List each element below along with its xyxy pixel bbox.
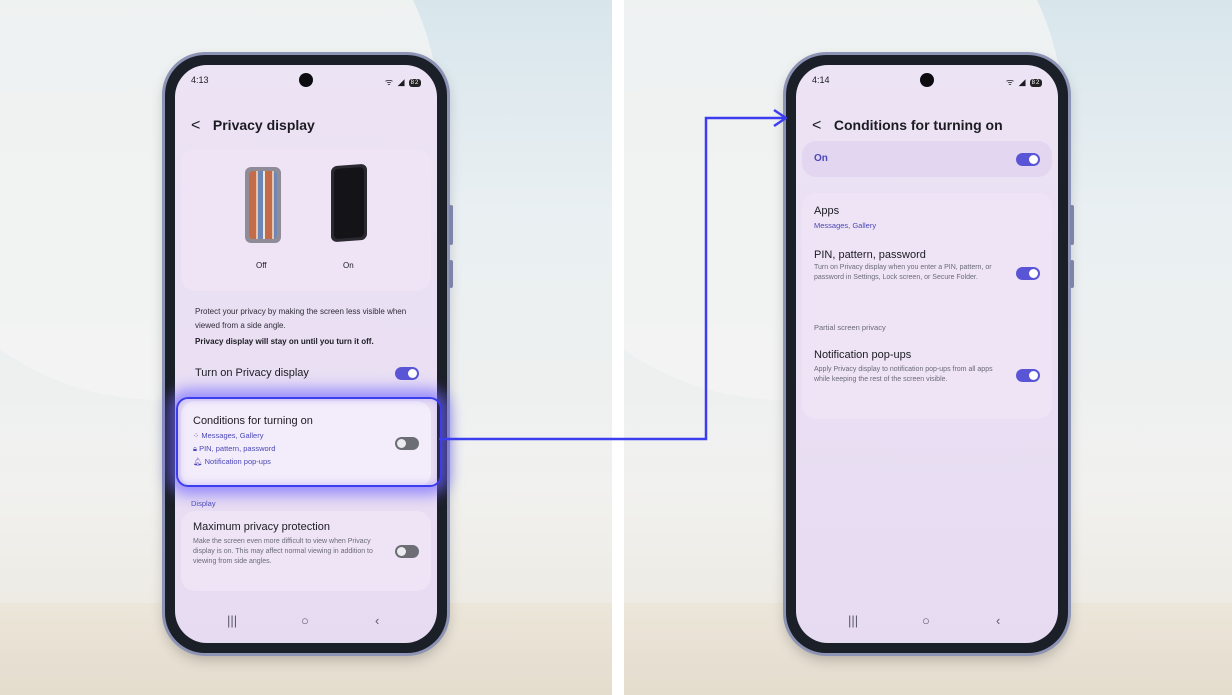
- partial-section-header: Partial screen privacy: [814, 323, 886, 332]
- status-time: 4:14: [812, 75, 830, 85]
- page-header: < Conditions for turning on: [812, 117, 1048, 135]
- notif-card[interactable]: Notification pop-ups Apply Privacy displ…: [802, 339, 1052, 411]
- preview-card: Off On: [181, 149, 431, 291]
- pin-description: Turn on Privacy display when you enter a…: [814, 264, 992, 281]
- max-protection-title: Maximum privacy protection: [193, 521, 330, 533]
- privacy-display-screen: 4:13 ᯤ ◢ 82 < Privacy display Off On Pro…: [175, 65, 437, 643]
- master-toggle-row[interactable]: On: [802, 141, 1052, 177]
- conditions-screen: 4:14 ᯤ ◢ 82 < Conditions for turning on …: [796, 65, 1058, 643]
- status-icons: ᯤ ◢ 82: [1006, 75, 1042, 88]
- max-protection-description: Make the screen even more difficult to v…: [193, 538, 373, 565]
- home-icon[interactable]: ○: [922, 613, 930, 628]
- page-title: Privacy display: [212, 117, 315, 133]
- phone-left: 4:13 ᯤ ◢ 82 < Privacy display Off On Pro…: [165, 55, 453, 653]
- signal-icon: ◢: [397, 77, 406, 87]
- volume-button: [1070, 205, 1074, 245]
- preview-off-label: Off: [256, 261, 267, 270]
- navigation-bar: ||| ○ ‹: [175, 613, 437, 631]
- apps-row[interactable]: Apps Messages, Gallery: [802, 193, 1052, 237]
- description-text: Protect your privacy by making the scree…: [195, 307, 407, 330]
- back-arrow-icon[interactable]: <: [812, 117, 830, 135]
- apps-title: Apps: [814, 205, 840, 217]
- phone-right: 4:14 ᯤ ◢ 82 < Conditions for turning on …: [786, 55, 1074, 653]
- apps-value: Messages, Gallery: [814, 221, 877, 230]
- power-button: [449, 260, 453, 288]
- page-title: Conditions for turning on: [833, 117, 1003, 133]
- back-arrow-icon[interactable]: <: [191, 117, 209, 135]
- dark-screen: [334, 166, 364, 240]
- wifi-icon: ᯤ: [1005, 77, 1016, 87]
- pin-title: PIN, pattern, password: [814, 249, 926, 261]
- turn-on-label: Turn on Privacy display: [195, 367, 309, 379]
- highlight-box: [176, 397, 442, 487]
- notif-toggle[interactable]: [1016, 369, 1040, 382]
- recent-apps-icon[interactable]: |||: [848, 613, 858, 628]
- status-icons: ᯤ ◢ 82: [385, 75, 421, 88]
- recent-apps-icon[interactable]: |||: [227, 613, 237, 628]
- left-photo-panel: 4:13 ᯤ ◢ 82 < Privacy display Off On Pro…: [0, 0, 612, 695]
- back-nav-icon[interactable]: ‹: [375, 613, 379, 628]
- turn-on-toggle[interactable]: [395, 367, 419, 380]
- status-bar: 4:14 ᯤ ◢ 82: [812, 75, 1042, 89]
- max-protection-card[interactable]: Maximum privacy protection Make the scre…: [181, 511, 431, 591]
- notif-title: Notification pop-ups: [814, 349, 912, 361]
- status-bar: 4:13 ᯤ ◢ 82: [191, 75, 421, 89]
- stay-on-note: Privacy display will stay on until you t…: [195, 337, 374, 346]
- master-toggle-label: On: [814, 153, 828, 164]
- preview-on-label: On: [343, 261, 354, 270]
- pin-toggle[interactable]: [1016, 267, 1040, 280]
- home-icon[interactable]: ○: [301, 613, 309, 628]
- preview-phone-on: [331, 163, 367, 243]
- right-photo-panel: 4:14 ᯤ ◢ 82 < Conditions for turning on …: [624, 0, 1232, 695]
- master-toggle[interactable]: [1016, 153, 1040, 166]
- notif-description: Apply Privacy display to notification po…: [814, 366, 993, 383]
- gallery-thumbnail-grid: [249, 171, 277, 239]
- battery-icon: 82: [409, 78, 421, 87]
- power-button: [1070, 260, 1074, 288]
- preview-phone-off: [245, 167, 281, 243]
- display-section-header: Display: [191, 499, 216, 508]
- status-time: 4:13: [191, 75, 209, 85]
- wifi-icon: ᯤ: [384, 77, 395, 87]
- back-nav-icon[interactable]: ‹: [996, 613, 1000, 628]
- max-protection-toggle[interactable]: [395, 545, 419, 558]
- navigation-bar: ||| ○ ‹: [796, 613, 1058, 631]
- pin-row[interactable]: PIN, pattern, password Turn on Privacy d…: [802, 243, 1052, 309]
- page-header: < Privacy display: [191, 117, 427, 135]
- turn-on-row[interactable]: Turn on Privacy display: [181, 359, 431, 387]
- volume-button: [449, 205, 453, 245]
- signal-icon: ◢: [1018, 77, 1027, 87]
- battery-icon: 82: [1030, 78, 1042, 87]
